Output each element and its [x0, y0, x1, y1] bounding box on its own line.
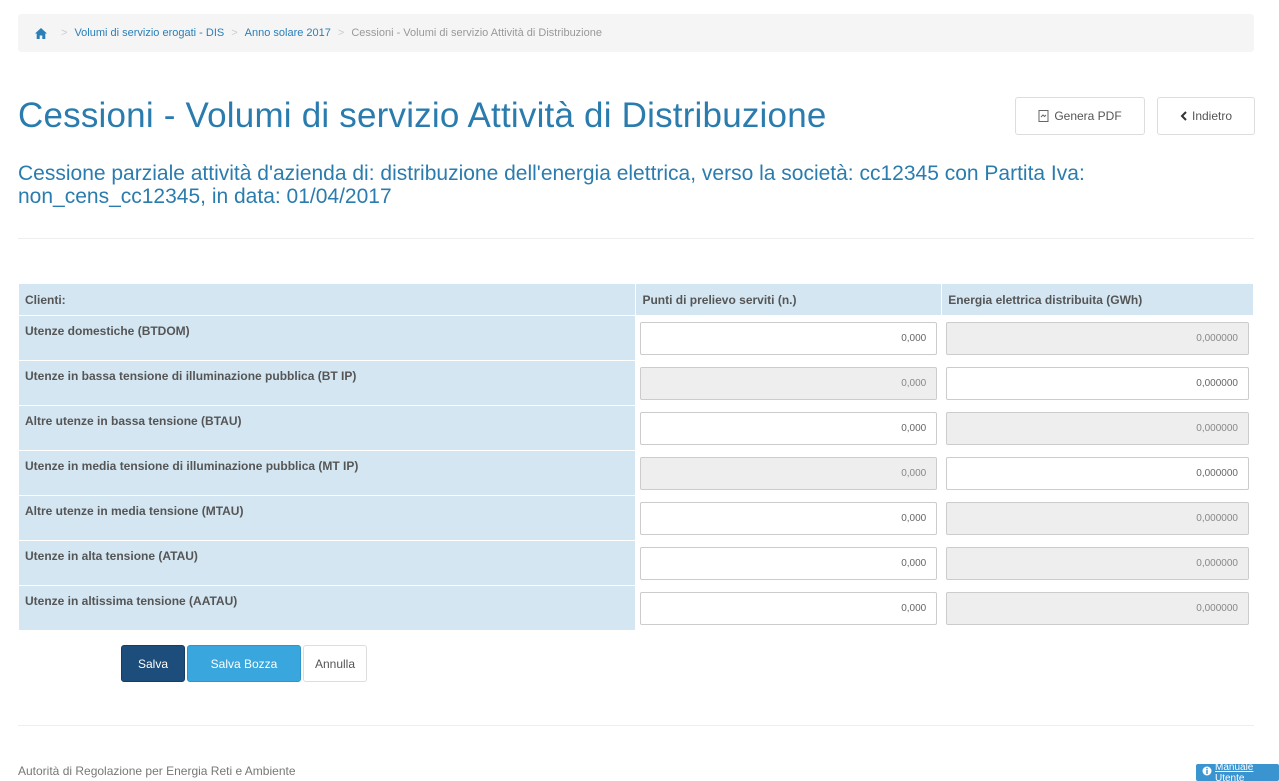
- row-label: Altre utenze in media tensione (MTAU): [17, 495, 637, 541]
- breadcrumb-current: Cessioni - Volumi di servizio Attività d…: [351, 27, 602, 39]
- column-header-clienti: Clienti:: [17, 283, 637, 316]
- energia-distribuita-input: [946, 411, 1249, 445]
- info-icon: [1202, 766, 1212, 779]
- cancel-button[interactable]: Annulla: [303, 645, 367, 682]
- footer-divider: [18, 725, 1254, 726]
- row-label: Utenze in media tensione di illuminazion…: [17, 450, 637, 496]
- back-label: Indietro: [1191, 109, 1233, 123]
- table-header-row: Clienti: Punti di prelievo serviti (n.) …: [17, 283, 1254, 316]
- generate-pdf-label: Genera PDF: [1054, 109, 1122, 123]
- user-manual-button[interactable]: Manuale Utente: [1196, 761, 1279, 781]
- breadcrumb-link-anno[interactable]: Anno solare 2017: [245, 27, 331, 39]
- energia-distribuita-cell: [941, 315, 1254, 361]
- user-manual-label: Manuale Utente: [1215, 761, 1254, 781]
- column-header-punti: Punti di prelievo serviti (n.): [635, 283, 943, 316]
- breadcrumb-separator: >: [231, 27, 238, 39]
- table-row: Utenze in bassa tensione di illuminazion…: [17, 360, 1254, 406]
- back-button[interactable]: Indietro: [1157, 97, 1255, 135]
- table-row: Altre utenze in bassa tensione (BTAU): [17, 405, 1254, 451]
- row-label: Utenze domestiche (BTDOM): [17, 315, 637, 361]
- energia-distribuita-cell: [941, 450, 1254, 496]
- energia-distribuita-input[interactable]: [946, 366, 1249, 400]
- punti-prelievo-cell: [635, 315, 943, 361]
- punti-prelievo-cell: [635, 585, 943, 631]
- breadcrumb-separator: >: [61, 27, 68, 39]
- row-label: Utenze in alta tensione (ATAU): [17, 540, 637, 586]
- table-row: Utenze in alta tensione (ATAU): [17, 540, 1254, 586]
- energia-distribuita-input: [946, 321, 1249, 355]
- energia-distribuita-input: [946, 546, 1249, 580]
- breadcrumb: > Volumi di servizio erogati - DIS > Ann…: [18, 14, 1254, 52]
- energia-distribuita-cell: [941, 585, 1254, 631]
- row-label: Utenze in altissima tensione (AATAU): [17, 585, 637, 631]
- punti-prelievo-input[interactable]: [640, 591, 938, 625]
- save-draft-button[interactable]: Salva Bozza: [187, 645, 301, 682]
- energia-distribuita-cell: [941, 405, 1254, 451]
- energia-distribuita-input: [946, 501, 1249, 535]
- save-button[interactable]: Salva: [121, 645, 185, 682]
- punti-prelievo-cell: [635, 360, 943, 406]
- generate-pdf-button[interactable]: Genera PDF: [1015, 97, 1145, 135]
- energia-distribuita-cell: [941, 360, 1254, 406]
- divider: [18, 238, 1254, 239]
- punti-prelievo-cell: [635, 540, 943, 586]
- punti-prelievo-input[interactable]: [640, 321, 938, 355]
- punti-prelievo-input[interactable]: [640, 501, 938, 535]
- volumes-table: Clienti: Punti di prelievo serviti (n.) …: [17, 283, 1254, 631]
- punti-prelievo-input: [640, 366, 938, 400]
- chevron-left-icon: [1180, 111, 1187, 121]
- breadcrumb-separator: >: [337, 27, 345, 39]
- punti-prelievo-cell: [635, 405, 943, 451]
- punti-prelievo-input: [640, 456, 938, 490]
- punti-prelievo-input[interactable]: [640, 546, 938, 580]
- form-actions: Salva Salva Bozza Annulla: [121, 645, 367, 682]
- page-title: Cessioni - Volumi di servizio Attività d…: [18, 96, 827, 135]
- punti-prelievo-cell: [635, 495, 943, 541]
- breadcrumb-link-volumi[interactable]: Volumi di servizio erogati - DIS: [74, 27, 224, 39]
- table-row: Utenze domestiche (BTDOM): [17, 315, 1254, 361]
- punti-prelievo-input[interactable]: [640, 411, 938, 445]
- pdf-icon: [1038, 110, 1049, 122]
- energia-distribuita-cell: [941, 540, 1254, 586]
- column-header-energia: Energia elettrica distribuita (GWh): [941, 283, 1254, 316]
- energia-distribuita-input[interactable]: [946, 456, 1249, 490]
- energia-distribuita-input: [946, 591, 1249, 625]
- table-row: Utenze in altissima tensione (AATAU): [17, 585, 1254, 631]
- punti-prelievo-cell: [635, 450, 943, 496]
- table-row: Altre utenze in media tensione (MTAU): [17, 495, 1254, 541]
- footer-text: Autorità di Regolazione per Energia Reti…: [18, 764, 296, 778]
- row-label: Utenze in bassa tensione di illuminazion…: [17, 360, 637, 406]
- home-icon[interactable]: [34, 27, 48, 40]
- row-label: Altre utenze in bassa tensione (BTAU): [17, 405, 637, 451]
- table-row: Utenze in media tensione di illuminazion…: [17, 450, 1254, 496]
- page-subtitle: Cessione parziale attività d'azienda di:…: [18, 162, 1085, 208]
- energia-distribuita-cell: [941, 495, 1254, 541]
